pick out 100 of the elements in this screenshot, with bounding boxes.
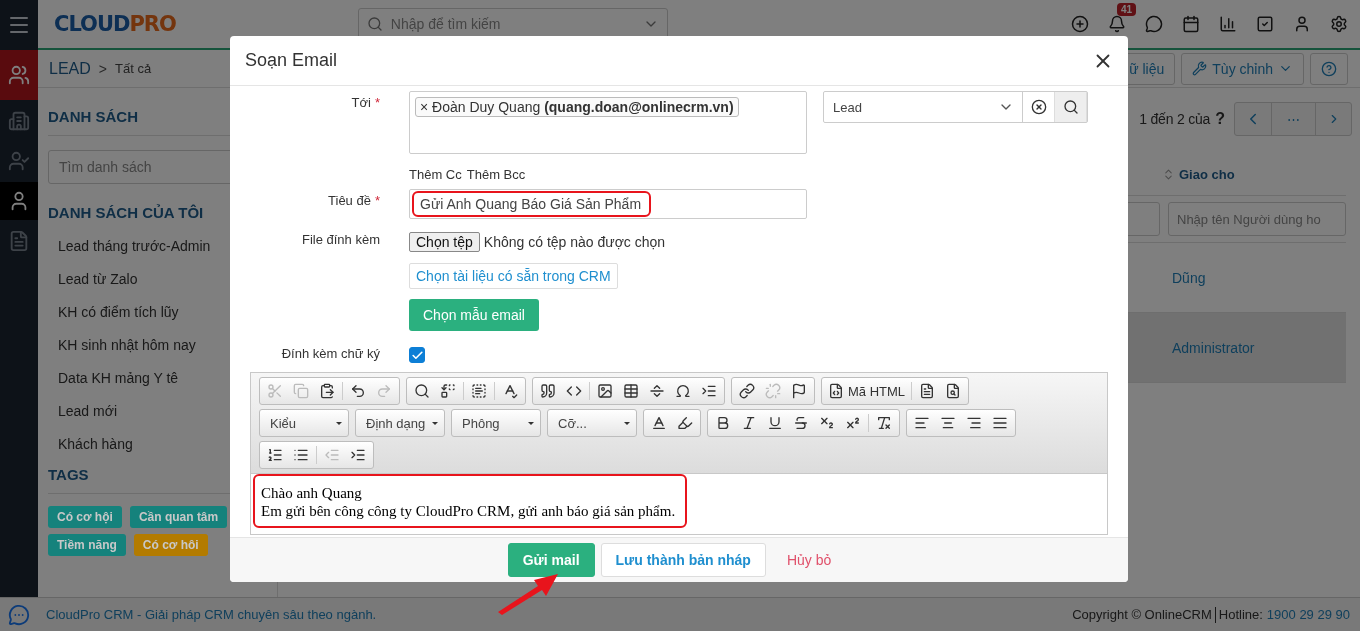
clear-format-icon xyxy=(876,415,892,431)
recipient-text: Đoàn Duy Quang (quang.doan@onlinecrm.vn) xyxy=(432,99,734,115)
dialog-title: Soạn Email xyxy=(245,50,338,71)
field-label: File đính kèm xyxy=(300,232,381,247)
rail-item[interactable] xyxy=(0,182,38,220)
table-cell: Administrator xyxy=(1172,339,1255,356)
recipient-chip[interactable]: × Đoàn Duy Quang (quang.doan@onlinecrm.vn) xyxy=(415,97,739,117)
choose-file-button[interactable]: Chọn tệp xyxy=(409,232,480,252)
filter-field[interactable]: Nhập tên Người dùng ho xyxy=(1168,202,1346,236)
notifications-button[interactable] xyxy=(1108,15,1126,33)
document-icon xyxy=(8,230,30,252)
logo: CLOUDPRO xyxy=(54,12,176,36)
subject-value: Gửi Anh Quang Báo Giá Sản Phẩm xyxy=(412,191,652,217)
unlink-icon xyxy=(765,383,781,399)
settings-button[interactable] xyxy=(1330,15,1348,33)
total-count[interactable]: ? xyxy=(1215,110,1225,128)
hotline-link[interactable]: 1900 29 29 90 xyxy=(1266,607,1350,622)
calendar-icon xyxy=(1182,15,1200,33)
settings-icon xyxy=(1330,15,1348,33)
search-icon xyxy=(366,16,383,32)
email-body-text[interactable]: Chào anh Quang Em gửi bên công công ty CloudPro CRM, gửi anh báo giá sản phẩm. xyxy=(253,474,688,528)
breadcrumb-module[interactable]: LEAD xyxy=(49,59,91,78)
breadcrumb-current: Tất cả xyxy=(115,61,152,76)
source-button[interactable]: Mã HTML xyxy=(824,379,910,403)
preview-icon xyxy=(945,383,962,399)
quote-icon xyxy=(540,383,556,399)
chat-icon xyxy=(1145,15,1163,33)
signature-checkbox[interactable] xyxy=(409,347,425,363)
tag[interactable]: Có cơ hội xyxy=(48,506,122,528)
underline-icon xyxy=(767,415,783,431)
remove-icon[interactable]: × xyxy=(420,99,429,115)
table-cell: Dũng xyxy=(1172,269,1206,286)
customize-button[interactable]: Tùy chỉnh xyxy=(1181,52,1304,85)
align-right-icon xyxy=(966,415,982,431)
bell-icon xyxy=(1108,15,1126,33)
toolbar-dropdown[interactable]: Kiểu xyxy=(262,410,346,436)
crm-documents-button[interactable]: Chọn tài liệu có sẵn trong CRM xyxy=(409,263,618,289)
text-select-icon xyxy=(471,383,487,399)
footer-tagline: CloudPro CRM - Giải pháp CRM chuyên sâu theo ngành. xyxy=(46,607,377,622)
bold-icon xyxy=(715,415,731,431)
caret-icon xyxy=(528,421,534,425)
column-header[interactable]: Giao cho xyxy=(1179,167,1235,182)
cancel-link[interactable]: Hủy bỏ xyxy=(771,543,847,577)
tag[interactable]: Tiềm năng xyxy=(48,534,126,556)
text-color-icon xyxy=(651,415,667,431)
file-code-icon xyxy=(828,383,844,399)
sort-icon xyxy=(1162,168,1175,181)
strikethrough-icon xyxy=(793,415,809,431)
required-mark: * xyxy=(374,193,380,208)
save-draft-button[interactable]: Lưu thành bản nháp xyxy=(600,543,766,577)
add-button[interactable] xyxy=(1071,15,1089,33)
search-button[interactable] xyxy=(1055,92,1087,122)
copy-icon xyxy=(293,383,309,399)
notification-badge: 41 xyxy=(1117,3,1137,16)
subscript-icon xyxy=(819,415,835,431)
tag[interactable]: Cần quan tâm xyxy=(129,506,228,528)
bar-chart-icon xyxy=(1219,15,1237,33)
bullet-list-icon xyxy=(293,447,309,463)
profile-button[interactable] xyxy=(1293,15,1311,33)
undo-icon xyxy=(350,383,366,399)
field-label: Tới xyxy=(351,95,371,110)
recipients-field[interactable]: × Đoàn Duy Quang (quang.doan@onlinecrm.vn) xyxy=(409,91,807,154)
toolbar-dropdown[interactable]: Phông xyxy=(454,410,538,436)
building-icon xyxy=(8,110,30,132)
email-template-button[interactable]: Chọn mẫu email xyxy=(409,299,539,331)
outdent-icon xyxy=(324,447,340,463)
search-icon xyxy=(414,383,430,399)
chat-button[interactable] xyxy=(1145,15,1163,33)
justify-icon xyxy=(992,415,1008,431)
add-cc-link[interactable]: Thêm Bcc xyxy=(466,167,526,182)
spellcheck-icon xyxy=(502,383,518,399)
superscript-icon xyxy=(845,415,861,431)
field-label: Đính kèm chữ ký xyxy=(280,345,381,361)
calendar-button[interactable] xyxy=(1182,15,1200,33)
field-label: Tiêu đề xyxy=(328,193,371,208)
numbered-list-icon xyxy=(267,447,283,463)
reports-button[interactable] xyxy=(1219,15,1237,33)
send-button[interactable]: Gửi mail xyxy=(507,543,595,577)
subject-field[interactable]: Gửi Anh Quang Báo Giá Sản Phẩm xyxy=(409,189,807,219)
indent-icon xyxy=(350,447,366,463)
help-icon xyxy=(1321,60,1337,77)
caret-icon xyxy=(432,421,438,425)
caret-icon xyxy=(624,421,630,425)
tasks-button[interactable] xyxy=(1256,15,1274,33)
add-cc-link[interactable]: Thêm Cc xyxy=(409,167,462,182)
plus-circle-icon xyxy=(1071,15,1089,33)
user-icon xyxy=(1293,15,1311,33)
user-check-icon xyxy=(8,150,30,172)
wrench-icon xyxy=(1192,61,1208,76)
toolbar-dropdown[interactable]: Cỡ... xyxy=(550,410,634,436)
sidebar-subtitle: DANH SÁCH CỦA TÔI xyxy=(48,204,205,221)
help-button[interactable] xyxy=(1310,52,1348,85)
template-icon xyxy=(919,383,936,399)
copyright-text: Copyright © OnlineCRM xyxy=(1072,607,1212,622)
background-color-icon xyxy=(677,415,693,431)
people-icon xyxy=(8,64,30,86)
toolbar-dropdown[interactable]: Định dạng xyxy=(358,410,442,436)
breadcrumb-separator: > xyxy=(98,60,107,77)
file-status-text: Không có tệp nào được chọn xyxy=(483,234,666,250)
cut-icon xyxy=(267,383,283,399)
